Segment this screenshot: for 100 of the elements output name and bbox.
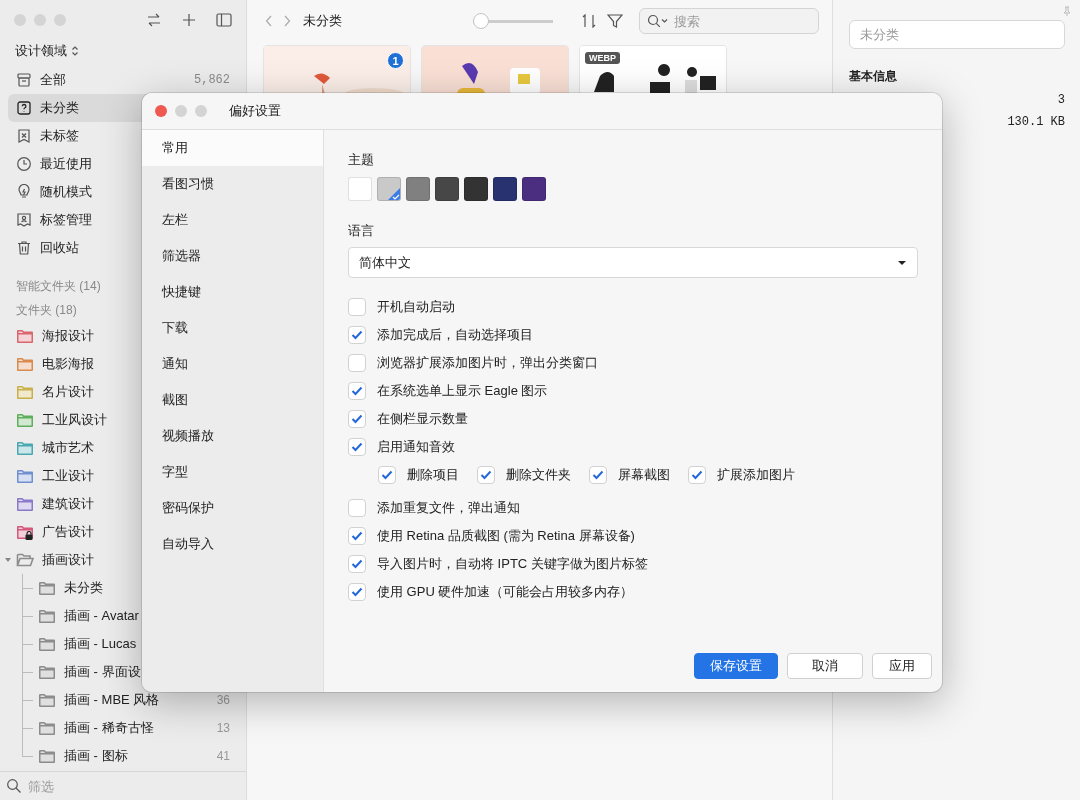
search-field[interactable]: 搜索	[639, 8, 819, 34]
theme-swatch[interactable]	[406, 177, 430, 201]
filter-icon[interactable]	[607, 14, 623, 28]
settings-tab[interactable]: 常用	[142, 130, 323, 166]
folder-icon	[38, 720, 56, 736]
close-button[interactable]	[155, 105, 167, 117]
search-icon[interactable]	[647, 14, 669, 28]
folder-item[interactable]: 插画 - MBE 风格 36	[8, 686, 238, 714]
folder-item[interactable]: 未分类	[8, 574, 238, 602]
pin-icon[interactable]	[1063, 6, 1071, 16]
save-button[interactable]: 保存设置	[694, 653, 778, 679]
option-label: 导入图片时，自动将 IPTC 关键字做为图片标签	[377, 555, 648, 573]
option-label: 在系统选单上显示 Eagle 图示	[377, 382, 548, 400]
folder-label: 插画 - 稀奇古怪	[64, 719, 154, 737]
checkbox[interactable]	[348, 527, 366, 545]
folder-label: 插画 - MBE 风格	[64, 691, 160, 709]
forward-icon[interactable]	[283, 15, 291, 27]
option-label: 删除项目	[407, 466, 459, 484]
item-label: 最近使用	[40, 155, 92, 173]
settings-tab[interactable]: 下载	[142, 310, 323, 346]
folder-title: 未分类	[303, 12, 343, 30]
checkbox[interactable]	[348, 298, 366, 316]
folder-item[interactable]: 插画 - 稀奇古怪 13	[8, 714, 238, 742]
add-icon[interactable]	[182, 13, 196, 27]
checkbox[interactable]	[348, 382, 366, 400]
folder-label: 插画 - 界面设	[64, 663, 141, 681]
checkbox[interactable]	[348, 555, 366, 573]
checkbox[interactable]	[589, 466, 607, 484]
check-icon	[351, 442, 363, 452]
language-select[interactable]: 简体中文	[348, 247, 918, 278]
theme-swatch[interactable]	[464, 177, 488, 201]
checkbox[interactable]	[348, 583, 366, 601]
item-count: 41	[216, 749, 230, 763]
zoom-button[interactable]	[195, 105, 207, 117]
theme-swatch[interactable]	[377, 177, 401, 201]
folder-item[interactable]: 插画 - 图标 41	[8, 742, 238, 770]
checkbox[interactable]	[477, 466, 495, 484]
settings-tab[interactable]: 筛选器	[142, 238, 323, 274]
sidebar-toggle-icon[interactable]	[216, 13, 232, 27]
theme-swatch[interactable]	[348, 177, 372, 201]
checkbox[interactable]	[348, 499, 366, 517]
library-name[interactable]: 设计领域	[15, 42, 67, 60]
checkbox[interactable]	[348, 438, 366, 456]
folder-item[interactable]: 插画 - 界面设	[8, 658, 238, 686]
settings-tab[interactable]: 看图习惯	[142, 166, 323, 202]
settings-tab[interactable]: 字型	[142, 454, 323, 490]
window-control[interactable]	[34, 14, 46, 26]
folder-icon	[38, 608, 56, 624]
option-label: 扩展添加图片	[717, 466, 795, 484]
settings-tab[interactable]: 左栏	[142, 202, 323, 238]
search-icon	[6, 778, 22, 794]
section-header: 文件夹 (18)	[15, 301, 78, 319]
field-label: 语言	[348, 222, 375, 240]
minimize-button[interactable]	[175, 105, 187, 117]
item-label: 标签管理	[40, 211, 92, 229]
name-field[interactable]: 未分类	[849, 20, 1065, 49]
checkbox[interactable]	[348, 326, 366, 344]
back-icon[interactable]	[265, 15, 273, 27]
theme-swatch[interactable]	[522, 177, 546, 201]
checkbox[interactable]	[348, 354, 366, 372]
swap-icon[interactable]	[146, 13, 162, 27]
sidebar-item[interactable]: 全部 5,862	[8, 66, 238, 94]
apply-button[interactable]: 应用	[872, 653, 932, 679]
check-icon	[691, 470, 703, 480]
settings-tab[interactable]: 快捷键	[142, 274, 323, 310]
window-control[interactable]	[54, 14, 66, 26]
option-label: 添加完成后，自动选择项目	[377, 326, 533, 344]
folder-label: 插画 - Avatar	[64, 607, 139, 625]
option-label: 删除文件夹	[506, 466, 571, 484]
theme-swatch[interactable]	[435, 177, 459, 201]
item-label: 全部	[40, 71, 66, 89]
folder-item[interactable]: 插画 - Lucas	[8, 630, 238, 658]
caret-icon[interactable]	[5, 557, 11, 563]
folder-label: 插画设计	[42, 551, 94, 569]
settings-tab[interactable]: 密码保护	[142, 490, 323, 526]
checkbox[interactable]	[348, 410, 366, 428]
folder-label: 插画 - 图标	[64, 747, 128, 765]
check-icon	[381, 470, 393, 480]
question-icon	[16, 100, 32, 116]
filter-field[interactable]: 筛选	[28, 778, 228, 794]
settings-tab[interactable]: 自动导入	[142, 526, 323, 562]
sort-icon[interactable]	[581, 14, 597, 28]
settings-tab[interactable]: 通知	[142, 346, 323, 382]
folder-label: 城市艺术	[42, 439, 94, 457]
settings-tab[interactable]: 视频播放	[142, 418, 323, 454]
check-icon	[351, 386, 363, 396]
folder-label: 电影海报	[42, 355, 94, 373]
cancel-button[interactable]: 取消	[787, 653, 863, 679]
folder-item[interactable]: 插画 - Avatar	[8, 602, 238, 630]
folder-icon	[38, 636, 56, 652]
checkbox[interactable]	[378, 466, 396, 484]
check-icon	[480, 470, 492, 480]
theme-swatch[interactable]	[493, 177, 517, 201]
item-label: 随机模式	[40, 183, 92, 201]
settings-tab[interactable]: 截图	[142, 382, 323, 418]
window-control[interactable]	[14, 14, 26, 26]
slider-thumb[interactable]	[473, 13, 489, 29]
item-label: 未分类	[40, 99, 79, 117]
checkbox[interactable]	[688, 466, 706, 484]
folder-icon	[38, 580, 56, 596]
